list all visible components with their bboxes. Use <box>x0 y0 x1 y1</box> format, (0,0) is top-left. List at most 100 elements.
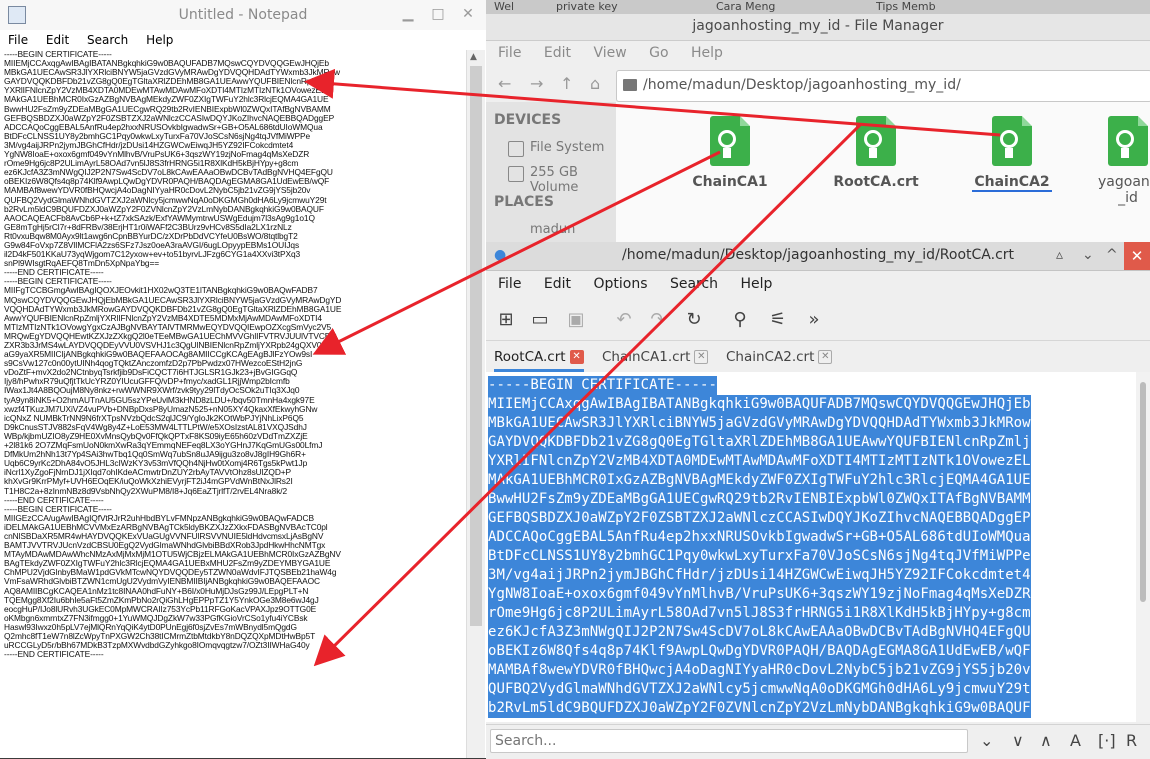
editor-text-area[interactable]: -----BEGIN CERTIFICATE----- MIIEMjCCAxqg… <box>486 372 1136 722</box>
editor-line: ez6KJcfA3Z3mNWgQIJ2P2N7Sw4ScDV7oL8kCAwEA… <box>488 623 1031 642</box>
menu-help[interactable]: Help <box>741 270 773 298</box>
menu-search[interactable]: Search <box>670 270 718 298</box>
sidebar-item-file-system[interactable]: File System <box>530 140 604 155</box>
browser-tab[interactable]: Wel <box>494 0 534 14</box>
editor-line: MAkGA1UEBhMCR0IxGzAZBgNVBAgMEkdyZWF0ZXIg… <box>488 471 1031 490</box>
open-folder-icon[interactable]: ▭ <box>528 308 552 332</box>
close-icon[interactable]: ✕ <box>460 6 476 22</box>
maximize-icon[interactable]: ^ <box>1106 247 1118 263</box>
search-prev-icon[interactable]: ⌄ <box>980 731 993 750</box>
menu-file[interactable]: File <box>498 40 521 66</box>
editor-scrollbar[interactable] <box>1136 372 1150 722</box>
scroll-up-icon[interactable]: ▲ <box>470 52 477 62</box>
maximize-icon[interactable]: □ <box>430 6 446 22</box>
notepad-scrollbar[interactable]: ▲ <box>466 50 485 758</box>
tab-label: RootCA.crt <box>494 349 566 365</box>
editor-line: b2RvLm5ldC9BQUFDZXJ0aWZpY2F0ZVNlcnZpY2Vz… <box>488 699 1031 718</box>
menu-go[interactable]: Go <box>649 40 668 66</box>
browser-tab[interactable]: Tips Memb <box>876 0 976 14</box>
shade-icon[interactable]: ▵ <box>1056 247 1063 263</box>
undo-icon[interactable]: ↶ <box>612 308 636 332</box>
file-name: yagoanho <box>1098 174 1150 190</box>
file-item-selected[interactable]: ChainCA2 <box>966 116 1058 192</box>
file-item[interactable]: ChainCA1 <box>684 116 776 190</box>
file-name: RootCA.crt <box>833 174 919 190</box>
editor-line: 3M/vg4aijJRPn2jymJBGhCfHdr/jzDUsi14HZGWC… <box>488 566 1031 585</box>
forward-icon[interactable]: → <box>530 74 543 93</box>
scrollbar-thumb[interactable] <box>1140 382 1146 602</box>
file-name: ChainCA2 <box>972 174 1052 192</box>
minimize-icon[interactable]: ⌄ <box>1082 247 1094 263</box>
editor-line: YgNW8IoaE+oxox6gmf049vYnMlhvB/VruPsUK6+3… <box>488 585 1031 604</box>
menu-help[interactable]: Help <box>691 40 723 66</box>
close-tab-icon[interactable]: ✕ <box>818 350 833 364</box>
menu-help[interactable]: Help <box>146 30 173 50</box>
file-manager-title: jagoanhosting_my_id - File Manager <box>692 18 944 34</box>
file-item[interactable]: yagoanho _id <box>1098 116 1150 206</box>
menu-search[interactable]: Search <box>87 30 128 50</box>
editor-line: MAMBAf8wewYDVR0fBHQwcjA4oDagNIYyaHR0cDov… <box>488 661 1031 680</box>
up-icon[interactable]: ↑ <box>560 74 573 93</box>
menu-file[interactable]: File <box>8 30 28 50</box>
search-up-icon[interactable]: ∧ <box>1040 731 1052 750</box>
file-manager-menubar: File Edit View Go Help <box>486 40 1150 66</box>
reload-icon[interactable]: ↻ <box>682 308 706 332</box>
certificate-file-icon <box>992 116 1032 166</box>
menu-file[interactable]: File <box>498 270 521 298</box>
notepad-text-area[interactable]: -----BEGIN CERTIFICATE----- MIIEMjCCAxqg… <box>4 50 466 758</box>
browser-tab[interactable]: private key <box>556 0 676 14</box>
close-icon[interactable]: ✕ <box>1124 242 1150 270</box>
file-manager-titlebar[interactable]: jagoanhosting_my_id - File Manager <box>486 14 1150 41</box>
path-text: /home/madun/Desktop/jagoanhosting_my_id/ <box>643 77 961 93</box>
tab-chainca2[interactable]: ChainCA2.crt ✕ <box>726 342 833 372</box>
save-icon[interactable]: ▣ <box>564 308 588 332</box>
menu-edit[interactable]: Edit <box>544 270 571 298</box>
sidebar-item-home[interactable]: madun <box>530 222 575 237</box>
browser-tab[interactable]: Cara Meng <box>716 0 816 14</box>
close-tab-icon[interactable]: ✕ <box>694 350 709 364</box>
search-icon[interactable]: ⚲ <box>728 308 752 332</box>
editor-line: QUFBQ2VydGlmaWNhdGVTZXJ2aWNlcy5jcmwwNqA0… <box>488 680 1031 699</box>
file-item[interactable]: RootCA.crt <box>830 116 922 190</box>
menu-view[interactable]: View <box>593 40 626 66</box>
editor-line: ADCCAQoCggEBAL5AnfRu4ep2hxxNRUSOvkbIgwad… <box>488 528 1031 547</box>
notepad-menubar: File Edit Search Help <box>0 30 486 50</box>
menu-options[interactable]: Options <box>593 270 647 298</box>
path-bar[interactable]: /home/madun/Desktop/jagoanhosting_my_id/ <box>616 70 1150 102</box>
menu-edit[interactable]: Edit <box>544 40 571 66</box>
certificate-file-icon <box>710 116 750 166</box>
file-name: ChainCA1 <box>692 174 768 190</box>
sidebar: DEVICES File System 255 GB Volume PLACES… <box>486 102 616 242</box>
editor-lines: -----BEGIN CERTIFICATE----- MIIEMjCCAxqg… <box>488 376 1031 718</box>
back-icon[interactable]: ← <box>498 74 511 93</box>
file-name-line2: _id <box>1118 190 1138 206</box>
browser-tabs-strip: Wel private key Cara Meng Tips Memb <box>486 0 1150 14</box>
home-icon[interactable]: ⌂ <box>590 74 600 93</box>
places-header: PLACES <box>494 194 554 210</box>
editor-titlebar[interactable]: ● /home/madun/Desktop/jagoanhosting_my_i… <box>486 242 1150 271</box>
tab-rootca[interactable]: RootCA.crt ✕ <box>494 342 584 372</box>
close-tab-icon[interactable]: ✕ <box>569 350 584 364</box>
editor-line: GAYDVQQKDBFDb21vZG8gQ0EgTGltaXRlZDEhMB8G… <box>488 433 1031 452</box>
tab-chainca1[interactable]: ChainCA1.crt ✕ <box>602 342 709 372</box>
notepad-titlebar[interactable]: Untitled - Notepad ▁ □ ✕ <box>0 0 486 31</box>
scrollbar-thumb[interactable] <box>470 66 482 626</box>
match-case-icon[interactable]: A <box>1070 731 1081 750</box>
goto-icon[interactable]: » <box>802 308 826 332</box>
file-manager-window: Wel private key Cara Meng Tips Memb jago… <box>486 0 1150 242</box>
search-replace-icon[interactable]: ⚟ <box>766 308 790 332</box>
minimize-icon[interactable]: ▁ <box>400 6 416 22</box>
search-down-icon[interactable]: ∨ <box>1012 731 1024 750</box>
search-input[interactable] <box>490 729 968 753</box>
regex-icon[interactable]: R <box>1126 731 1137 750</box>
redo-icon[interactable]: ↷ <box>646 308 670 332</box>
tab-label: ChainCA1.crt <box>602 349 691 365</box>
notepad-window: Untitled - Notepad ▁ □ ✕ File Edit Searc… <box>0 0 487 758</box>
sidebar-item-volume[interactable]: 255 GB Volume <box>530 165 616 195</box>
menu-edit[interactable]: Edit <box>46 30 69 50</box>
whole-word-icon[interactable]: [·] <box>1098 731 1116 750</box>
new-file-icon[interactable]: ⊞ <box>494 308 518 332</box>
drive-icon <box>508 141 524 157</box>
editor-line: BtDFcCLNSS1UY8y2bmhGC1Pqy0wkwLxyTurxFa70… <box>488 547 1031 566</box>
editor-line: oBEKIz6W8Qfs4q8p74Klf9AwpLQwDgYDVR0PAQH/… <box>488 642 1031 661</box>
